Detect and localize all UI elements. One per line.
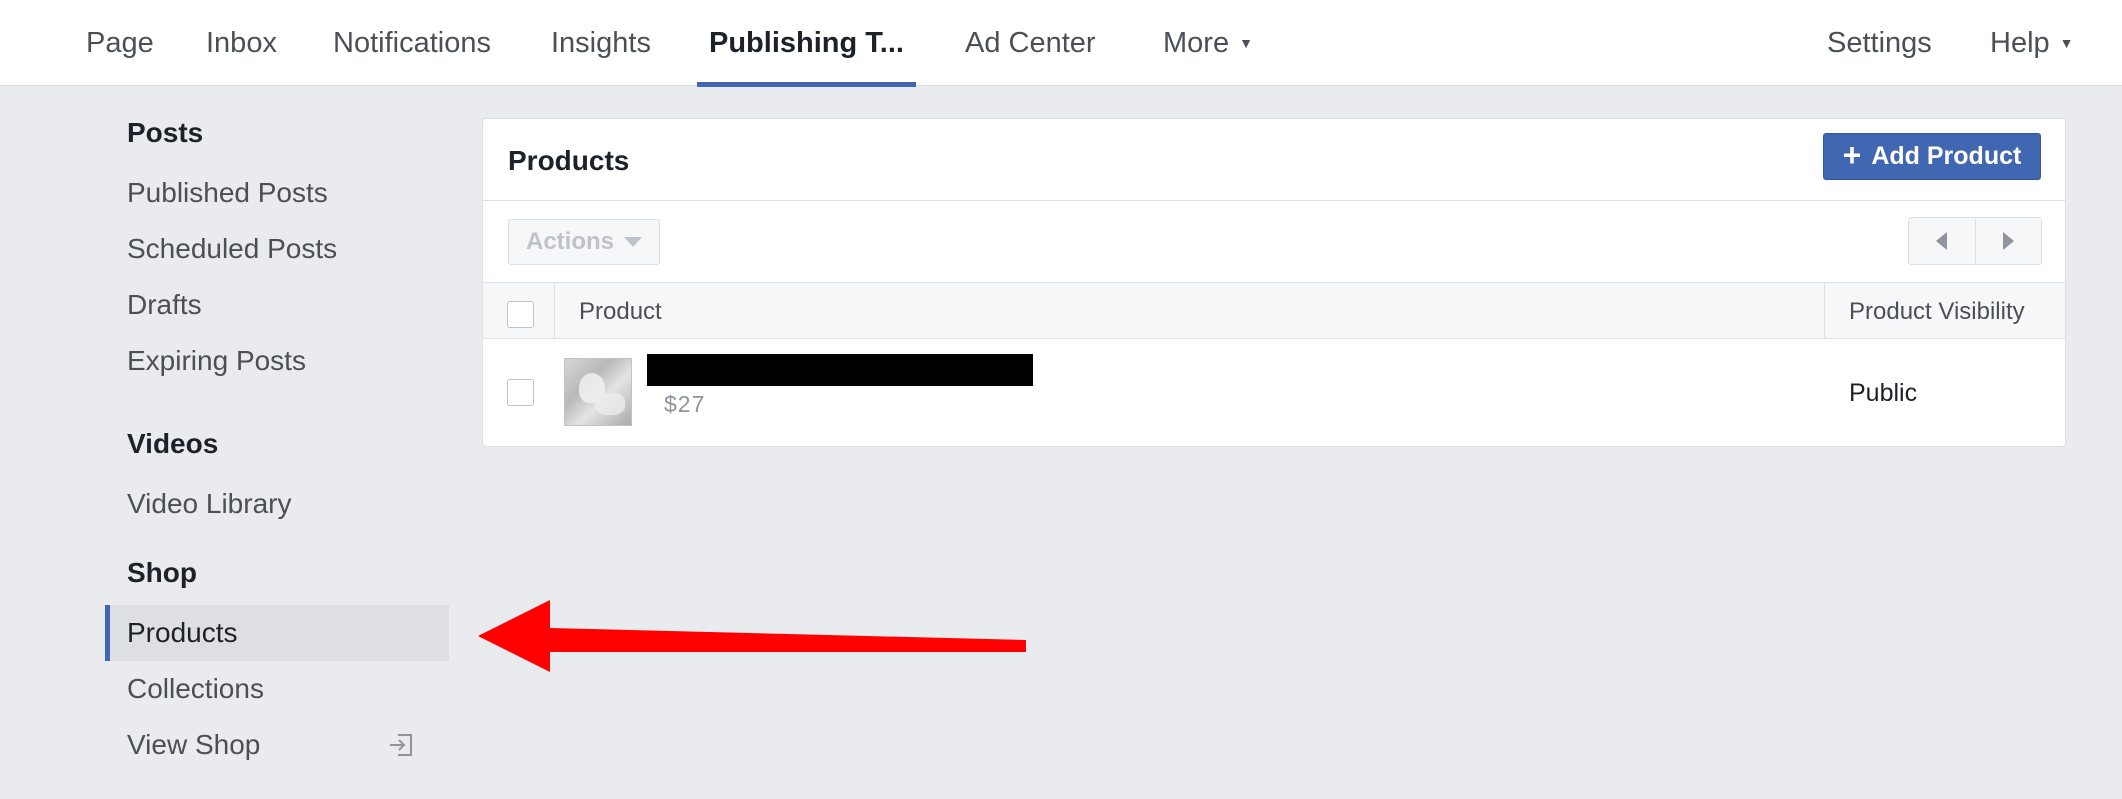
sidebar-item-label: View Shop — [127, 729, 261, 760]
product-visibility: Public — [1849, 379, 1918, 407]
caret-down-icon: ▼ — [2059, 35, 2074, 51]
previous-page-button[interactable] — [1909, 218, 1975, 264]
sidebar-item-label: Expiring Posts — [127, 345, 306, 376]
sidebar-item-video-library[interactable]: Video Library — [105, 476, 449, 532]
sidebar-heading-videos: Videos — [127, 428, 219, 459]
sidebar-item-drafts[interactable]: Drafts — [105, 277, 449, 333]
top-navigation: Page Inbox Notifications Insights Publis… — [0, 0, 2122, 87]
caret-down-icon: ▼ — [1239, 35, 1253, 51]
nav-tab-label: Insights — [551, 26, 651, 59]
sidebar-item-label: Scheduled Posts — [127, 233, 338, 264]
row-checkbox[interactable] — [507, 379, 534, 406]
caret-down-icon — [624, 237, 642, 247]
sidebar-item-published-posts[interactable]: Published Posts — [105, 165, 449, 221]
nav-tab-insights[interactable]: Insights — [551, 0, 651, 86]
actions-label: Actions — [525, 228, 614, 255]
next-page-button[interactable] — [1974, 218, 2042, 264]
annotation-arrow-icon — [478, 600, 1026, 672]
sidebar-item-products[interactable]: Products — [105, 605, 449, 661]
nav-tab-label: Page — [86, 26, 154, 59]
select-all-checkbox[interactable] — [507, 301, 534, 328]
pagination — [1908, 217, 2042, 265]
add-product-label: Add Product — [1871, 142, 2022, 170]
nav-help[interactable]: Help ▼ — [1990, 0, 2074, 86]
sidebar-item-label: Published Posts — [127, 177, 328, 208]
nav-tab-notifications[interactable]: Notifications — [333, 0, 491, 86]
nav-tab-label: Inbox — [206, 26, 277, 59]
add-product-button[interactable]: + Add Product — [1823, 133, 2041, 180]
sidebar-item-label: Products — [127, 617, 238, 648]
nav-settings[interactable]: Settings — [1827, 0, 1932, 86]
column-header-visibility[interactable]: Product Visibility — [1849, 298, 2025, 326]
nav-tab-label: Ad Center — [965, 26, 1096, 59]
plus-icon: + — [1842, 137, 1862, 173]
nav-tab-more[interactable]: More ▼ — [1163, 0, 1253, 86]
product-price: $27 — [664, 391, 706, 417]
sidebar-item-scheduled-posts[interactable]: Scheduled Posts — [105, 221, 449, 277]
nav-tab-ad-center[interactable]: Ad Center — [965, 0, 1096, 86]
nav-tab-inbox[interactable]: Inbox — [206, 0, 277, 86]
sidebar-item-label: Video Library — [127, 488, 292, 519]
nav-tab-page[interactable]: Page — [86, 0, 154, 86]
sidebar-item-label: Collections — [127, 673, 264, 704]
products-panel: Products + Add Product Actions Product P… — [482, 118, 2066, 447]
product-thumbnail[interactable] — [564, 358, 632, 426]
actions-dropdown[interactable]: Actions — [508, 219, 660, 265]
external-exit-icon — [390, 734, 412, 756]
nav-tab-label: Help — [1990, 26, 2050, 59]
table-row[interactable]: $27 Public — [483, 339, 2065, 447]
sidebar-item-collections[interactable]: Collections — [105, 661, 449, 717]
sidebar-item-label: Drafts — [127, 289, 202, 320]
column-divider — [1824, 283, 1825, 339]
redacted-product-name — [647, 354, 1033, 386]
nav-tab-label: Notifications — [333, 26, 491, 59]
sidebar-item-expiring-posts[interactable]: Expiring Posts — [105, 333, 449, 389]
sidebar-heading-shop: Shop — [127, 557, 197, 588]
nav-tab-label: Settings — [1827, 26, 1932, 59]
nav-tab-label: Publishing T... — [709, 26, 904, 59]
sidebar-heading-posts: Posts — [127, 117, 204, 148]
sidebar-item-view-shop[interactable]: View Shop — [105, 717, 449, 773]
chevron-left-icon — [1936, 232, 1948, 250]
chevron-right-icon — [2002, 232, 2014, 250]
table-header: Product Product Visibility — [483, 283, 2065, 339]
panel-header: Products + Add Product — [483, 119, 2065, 201]
nav-tab-publishing-tools[interactable]: Publishing T... — [697, 0, 916, 87]
select-all-cell — [483, 283, 555, 339]
nav-tab-label: More — [1163, 26, 1230, 59]
products-toolbar: Actions — [483, 201, 2065, 283]
panel-title: Products — [508, 145, 630, 176]
column-header-product[interactable]: Product — [579, 298, 662, 326]
